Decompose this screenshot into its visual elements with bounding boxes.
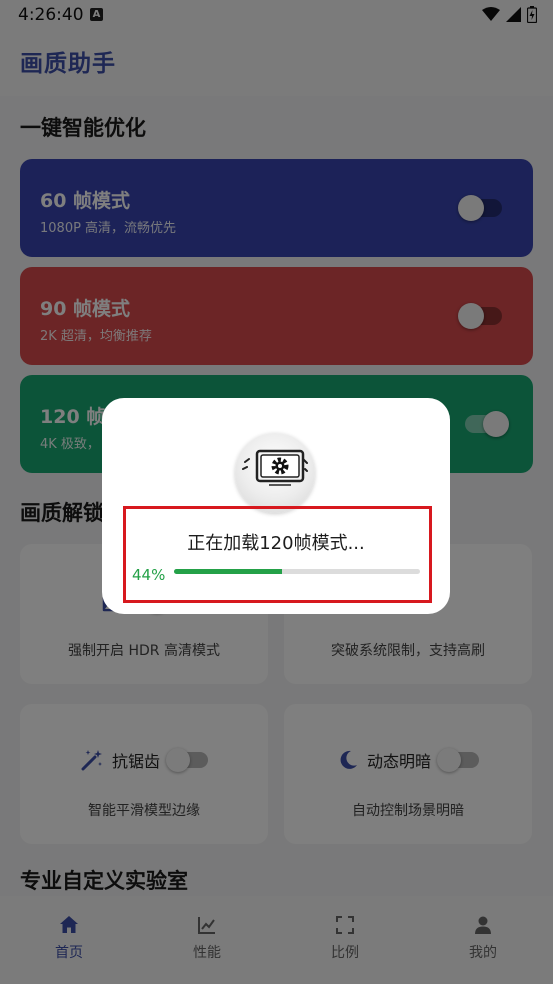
progress-bar — [174, 569, 420, 574]
app-logo — [235, 433, 315, 513]
progress-bar-fill — [174, 569, 283, 574]
progress-percent: 44% — [132, 566, 166, 584]
loading-dialog: 正在加载120帧模式... 44% — [102, 398, 450, 614]
gear-icon — [242, 449, 308, 486]
loading-message: 正在加载120帧模式... — [187, 533, 365, 554]
